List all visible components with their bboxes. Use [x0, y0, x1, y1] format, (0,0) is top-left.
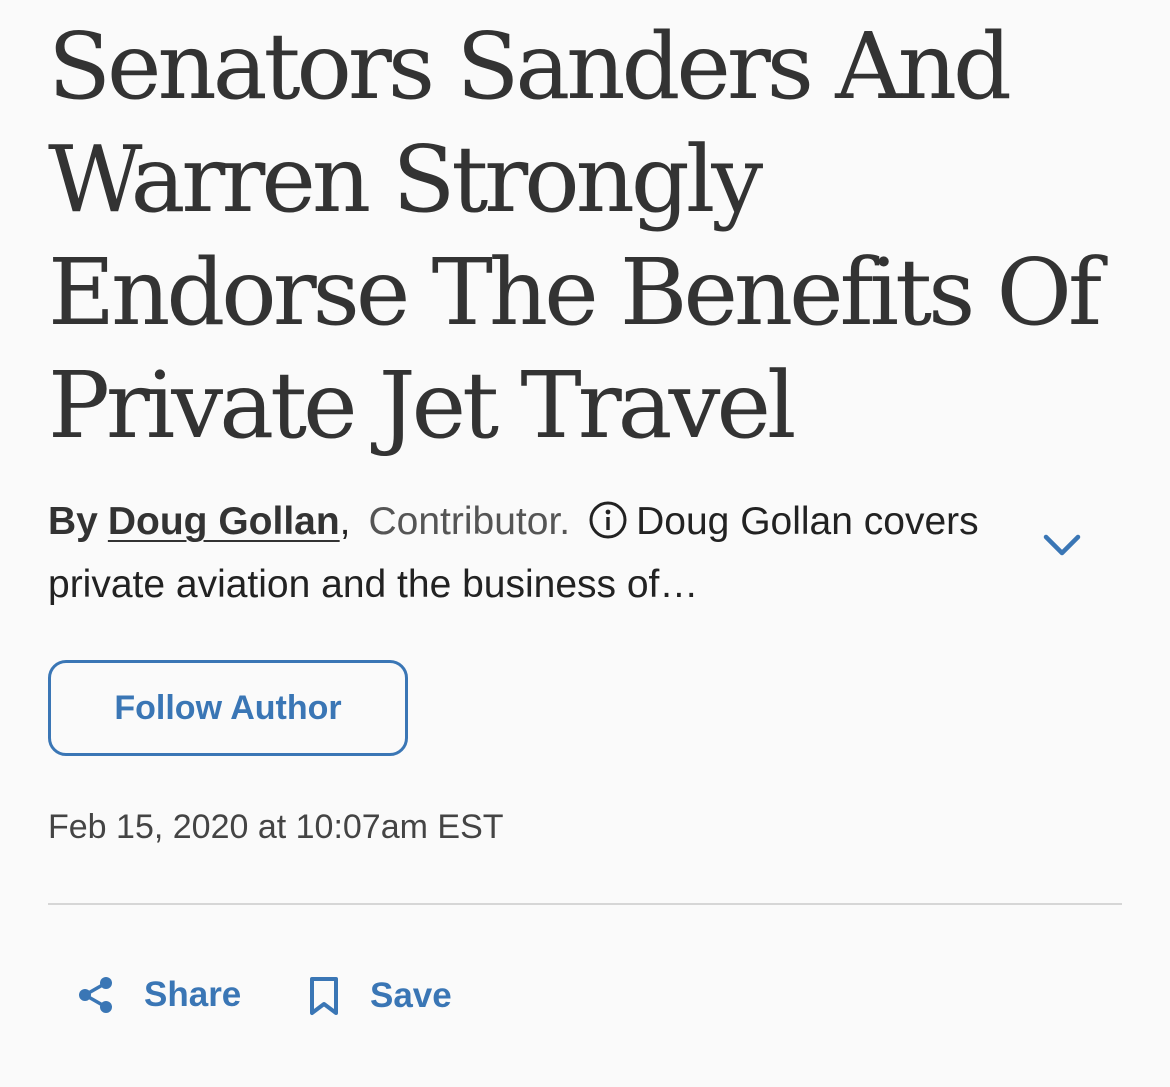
save-label: Save	[370, 976, 452, 1015]
byline-by-label: By	[48, 500, 98, 543]
follow-author-button[interactable]: Follow Author	[48, 660, 408, 756]
share-icon	[79, 977, 112, 1013]
save-button[interactable]: Save	[306, 975, 452, 1017]
article-headline: Senators Sanders And Warren Strongly End…	[48, 13, 1102, 459]
info-icon[interactable]	[588, 496, 628, 539]
divider	[48, 903, 1122, 905]
share-label: Share	[144, 975, 242, 1014]
chevron-down-icon[interactable]	[1040, 528, 1084, 564]
author-name-link[interactable]: Doug Gollan	[108, 500, 340, 543]
bookmark-icon	[310, 977, 338, 1015]
byline: By Doug Gollan, Contributor. Doug Gollan co…	[48, 490, 1008, 616]
author-role: Contributor.	[368, 500, 571, 543]
share-button[interactable]: Share	[76, 975, 241, 1015]
article-header: Senators Sanders And Warren Strongly End…	[0, 0, 1170, 1087]
publish-timestamp: Feb 15, 2020 at 10:07am EST	[48, 808, 504, 846]
byline-separator: ,	[339, 500, 351, 543]
